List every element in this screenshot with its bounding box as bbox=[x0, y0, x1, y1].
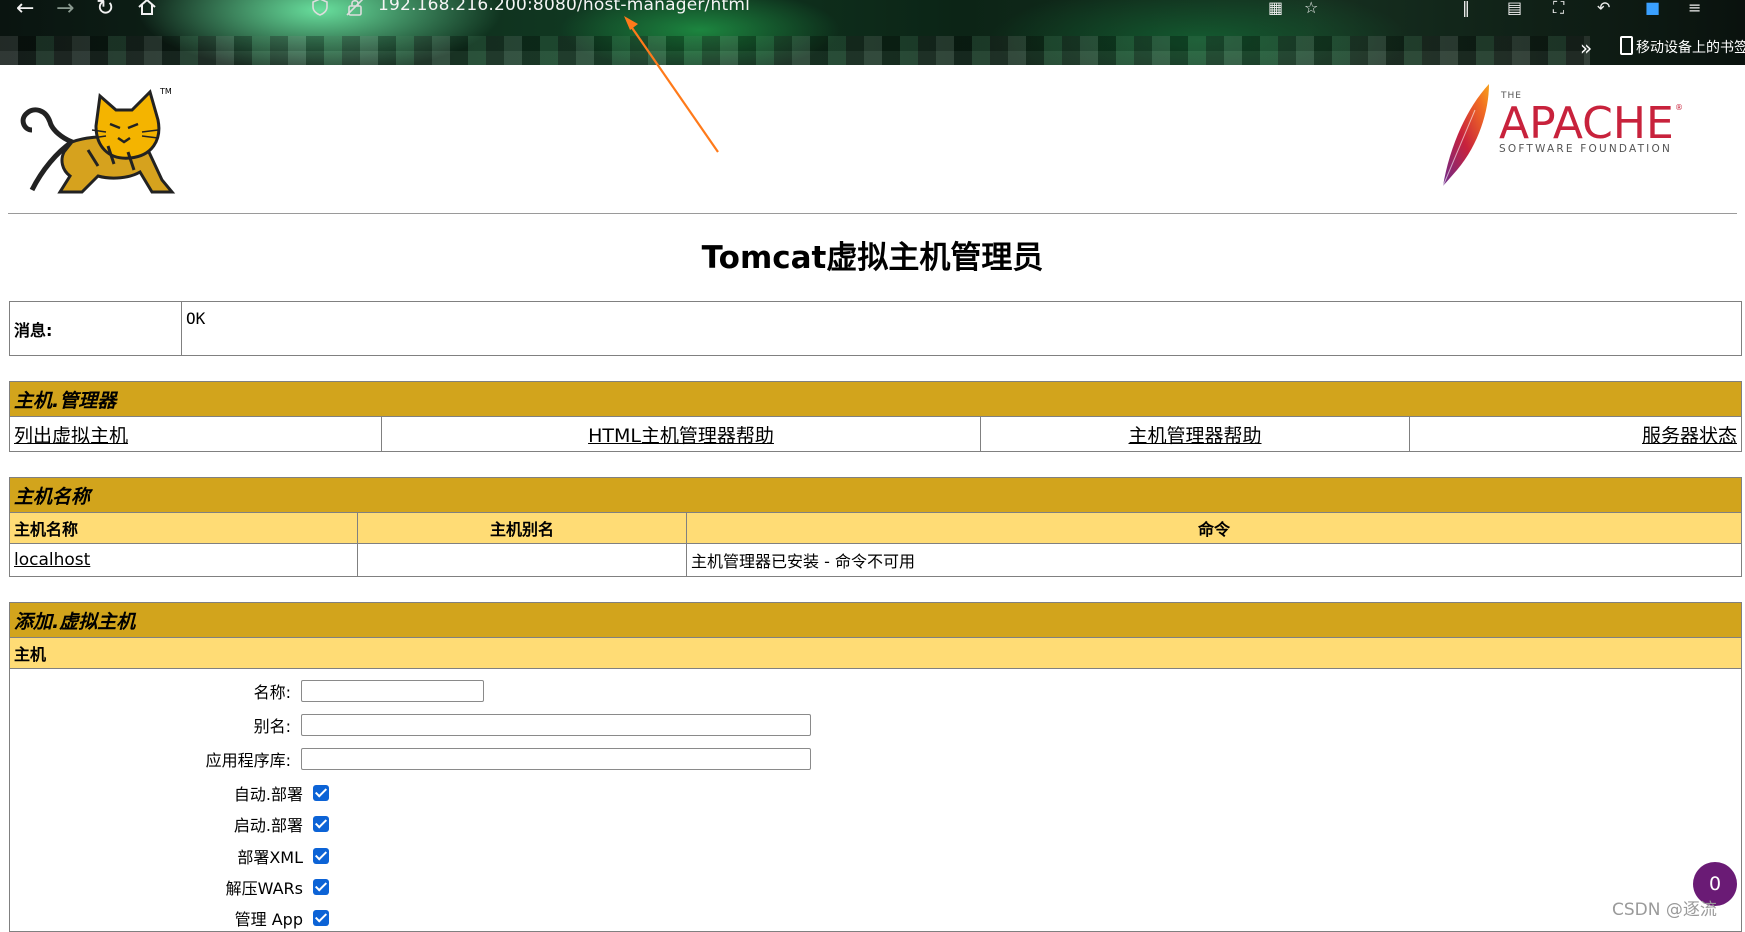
bookmark-star-icon[interactable]: ☆ bbox=[1304, 0, 1326, 17]
autodeploy-label: 自动.部署 bbox=[233, 785, 303, 804]
manager-table: 主机.管理器 列出虚拟主机 HTML主机管理器帮助 主机管理器帮助 服务器状态 bbox=[9, 381, 1742, 452]
alias-row: 别名: bbox=[6, 713, 811, 737]
tomcat-logo: TM bbox=[20, 87, 176, 194]
watermark: CSDN @逐流 bbox=[1612, 900, 1717, 920]
column-host-name: 主机名称 bbox=[9, 512, 358, 544]
page-title: Tomcat虚拟主机管理员 bbox=[701, 240, 1044, 276]
undo-icon[interactable]: ↶ bbox=[1597, 0, 1619, 17]
manager-app-label: 管理 App bbox=[234, 910, 303, 929]
manager-app-row: 管理 App bbox=[6, 906, 329, 930]
crop-icon[interactable]: ⛶ bbox=[1553, 0, 1575, 17]
deployxml-row: 部署XML bbox=[6, 844, 329, 868]
autodeploy-checkbox[interactable] bbox=[313, 785, 329, 801]
extension-icon[interactable]: ■ bbox=[1645, 0, 1667, 17]
app-base-input[interactable] bbox=[301, 748, 811, 770]
add-host-header: 添加.虚拟主机 bbox=[9, 602, 1742, 638]
mobile-bookmarks[interactable]: 移动设备上的书签 bbox=[1620, 36, 1745, 57]
server-status-link[interactable]: 服务器状态 bbox=[1642, 425, 1737, 447]
html-host-manager-help-link[interactable]: HTML主机管理器帮助 bbox=[588, 425, 774, 447]
add-host-table: 添加.虚拟主机 主机 名称: 别名: 应用程序库: 自动.部署 启动.部署 部署… bbox=[9, 602, 1742, 932]
unpackwars-row: 解压WARs bbox=[6, 875, 329, 899]
insecure-lock-icon[interactable] bbox=[346, 0, 364, 16]
hosts-header: 主机名称 bbox=[9, 477, 1742, 513]
deployonstartup-label: 启动.部署 bbox=[233, 816, 303, 835]
manager-header: 主机.管理器 bbox=[9, 381, 1742, 417]
appbase-label: 应用程序库: bbox=[205, 751, 291, 770]
message-value: OK bbox=[181, 301, 1742, 356]
home-icon[interactable] bbox=[137, 0, 157, 21]
svg-text:SOFTWARE FOUNDATION: SOFTWARE FOUNDATION bbox=[1499, 143, 1672, 155]
deployxml-label: 部署XML bbox=[237, 848, 303, 867]
browser-toolbar: ← → ↻ 192.168.216.200:8080/host-manager/… bbox=[0, 0, 1745, 65]
host-manager-help-link[interactable]: 主机管理器帮助 bbox=[1128, 425, 1261, 447]
add-host-subheader: 主机 bbox=[9, 637, 1742, 669]
bookmarks-bar bbox=[0, 36, 1590, 65]
add-host-form: 名称: 别名: 应用程序库: 自动.部署 启动.部署 部署XML 解压WARs … bbox=[9, 668, 1742, 932]
alias-label: 别名: bbox=[253, 717, 291, 736]
column-command: 命令 bbox=[686, 512, 1742, 544]
apache-logo: THE APACHE ® SOFTWARE FOUNDATION bbox=[1442, 84, 1683, 187]
reload-icon[interactable]: ↻ bbox=[96, 0, 114, 20]
aliases-input[interactable] bbox=[301, 714, 811, 736]
manager-app-checkbox[interactable] bbox=[313, 910, 329, 926]
unpackwars-checkbox[interactable] bbox=[313, 879, 329, 895]
deployonstartup-checkbox[interactable] bbox=[313, 816, 329, 832]
library-icon[interactable]: ‖ bbox=[1462, 0, 1484, 17]
unpackwars-label: 解压WARs bbox=[225, 879, 303, 898]
host-name-input[interactable] bbox=[301, 680, 484, 702]
bookmarks-overflow-icon[interactable]: » bbox=[1580, 36, 1592, 60]
svg-text:TM: TM bbox=[159, 87, 172, 96]
address-bar[interactable]: 192.168.216.200:8080/host-manager/html bbox=[378, 0, 750, 15]
menu-icon[interactable]: ≡ bbox=[1688, 0, 1710, 17]
message-label: 消息: bbox=[9, 301, 182, 356]
hosts-table: 主机名称 主机名称 主机别名 命令 localhost 主机管理器已安装 - 命… bbox=[9, 477, 1742, 577]
phone-icon bbox=[1620, 36, 1633, 55]
shield-icon[interactable] bbox=[312, 0, 328, 16]
deployxml-checkbox[interactable] bbox=[313, 848, 329, 864]
appbase-row: 应用程序库: bbox=[6, 747, 811, 771]
column-host-alias: 主机别名 bbox=[357, 512, 687, 544]
host-localhost-link[interactable]: localhost bbox=[14, 550, 90, 570]
host-command-cell: 主机管理器已安装 - 命令不可用 bbox=[686, 543, 1742, 577]
qr-code-icon[interactable]: ▦ bbox=[1268, 0, 1290, 17]
message-table: 消息: OK bbox=[9, 301, 1742, 356]
table-row: localhost 主机管理器已安装 - 命令不可用 bbox=[9, 543, 1742, 577]
deployonstartup-row: 启动.部署 bbox=[6, 812, 329, 836]
list-virtual-hosts-link[interactable]: 列出虚拟主机 bbox=[14, 425, 128, 447]
reader-view-icon[interactable]: ▤ bbox=[1507, 0, 1529, 17]
mobile-bookmarks-label: 移动设备上的书签 bbox=[1636, 40, 1745, 56]
host-alias-cell bbox=[357, 543, 687, 577]
name-label: 名称: bbox=[253, 683, 291, 702]
forward-icon[interactable]: → bbox=[56, 0, 74, 20]
svg-text:APACHE: APACHE bbox=[1499, 98, 1674, 149]
back-icon[interactable]: ← bbox=[16, 0, 34, 20]
name-row: 名称: bbox=[6, 679, 484, 703]
autodeploy-row: 自动.部署 bbox=[6, 781, 329, 805]
divider bbox=[8, 213, 1737, 214]
svg-text:®: ® bbox=[1675, 103, 1683, 112]
